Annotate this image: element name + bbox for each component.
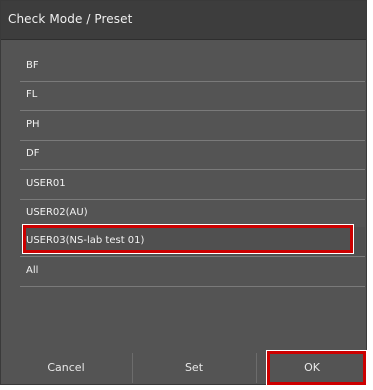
preset-item-ph[interactable]: PH bbox=[20, 111, 365, 141]
preset-item-user01[interactable]: USER01 bbox=[20, 170, 365, 200]
preset-item-label: All bbox=[26, 265, 39, 276]
preset-item-label: DF bbox=[26, 148, 40, 159]
set-button[interactable]: Set bbox=[133, 349, 255, 386]
preset-item-fl[interactable]: FL bbox=[20, 81, 365, 111]
ok-button-label: OK bbox=[304, 361, 320, 374]
preset-item-df[interactable]: DF bbox=[20, 140, 365, 170]
ok-button[interactable]: OK bbox=[257, 349, 367, 386]
check-mode-preset-dialog: Check Mode / Preset BF FL PH DF USER01 U… bbox=[0, 0, 367, 385]
preset-item-label: USER01 bbox=[26, 178, 66, 189]
preset-item-label: BF bbox=[26, 60, 39, 71]
preset-item-bf[interactable]: BF bbox=[20, 52, 365, 82]
preset-item-label: FL bbox=[26, 89, 38, 100]
preset-item-label: USER03(NS-lab test 01) bbox=[26, 235, 145, 246]
dialog-button-bar: Cancel Set OK bbox=[1, 349, 366, 386]
preset-item-all[interactable]: All bbox=[20, 257, 365, 287]
dialog-title: Check Mode / Preset bbox=[8, 12, 133, 26]
cancel-button[interactable]: Cancel bbox=[1, 349, 131, 386]
preset-item-user03[interactable]: USER03(NS-lab test 01) bbox=[20, 227, 365, 257]
dialog-titlebar: Check Mode / Preset bbox=[1, 1, 366, 40]
preset-item-label: USER02(AU) bbox=[26, 207, 88, 218]
cancel-button-label: Cancel bbox=[47, 361, 85, 374]
set-button-label: Set bbox=[184, 361, 204, 374]
preset-item-label: PH bbox=[26, 119, 40, 130]
preset-item-user02[interactable]: USER02(AU) bbox=[20, 199, 365, 229]
